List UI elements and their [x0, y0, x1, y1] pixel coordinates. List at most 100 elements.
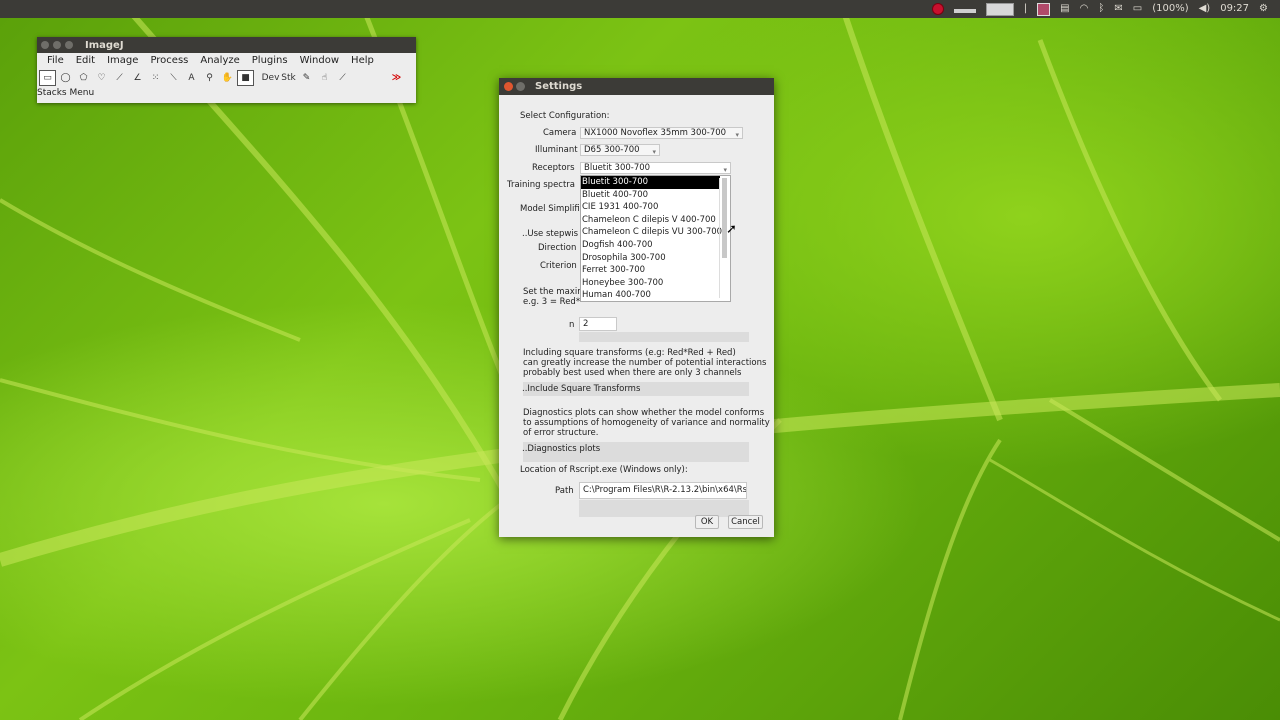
path-input[interactable]: C:\Program Files\R\R-2.13.2\bin\x64\Rscr [579, 482, 747, 499]
list-item[interactable]: Bluetit 400-700 [581, 189, 720, 202]
dev-tool-icon[interactable]: Dev [262, 70, 280, 86]
wand-tool-icon[interactable]: ⟍ [165, 70, 182, 86]
imagej-titlebar[interactable]: ImageJ [37, 37, 416, 53]
text-tool-icon[interactable]: A [183, 70, 200, 86]
list-item[interactable]: Dogfish 400-700 [581, 239, 720, 252]
menu-plugins[interactable]: Plugins [246, 55, 294, 66]
indicator-box-icon[interactable] [985, 2, 1014, 16]
angle-tool-icon[interactable]: ∠ [129, 70, 146, 86]
list-item[interactable]: CIE 1931 400-700 [581, 201, 720, 214]
blank-tool-2[interactable] [370, 70, 387, 86]
volume-icon[interactable]: ◀) [1199, 0, 1211, 18]
separator-icon: | [1023, 3, 1028, 14]
illuminant-select[interactable]: D65 300-700 ▾ [580, 144, 660, 156]
receptors-value: Bluetit 300-700 [584, 163, 651, 173]
imagej-toolbar: ▭ ◯ ⬠ ♡ ⟋ ∠ ⁙ ⟍ A ⚲ ✋ ■ Dev Stk ✎ ☝ ⟋ ≫ [37, 68, 416, 87]
camera-value: NX1000 Novoflex 35mm 300-700 [584, 128, 727, 138]
list-item[interactable]: Human 400-700 [581, 289, 720, 302]
list-item[interactable]: Bluetit 300-700 [581, 176, 720, 189]
list-item[interactable]: Ferret 300-700 [581, 264, 720, 277]
imagej-window: ImageJ File Edit Image Process Analyze P… [37, 37, 416, 103]
menu-process[interactable]: Process [144, 55, 194, 66]
cancel-button[interactable]: Cancel [728, 515, 763, 529]
set-max-text-1: Set the maxim [523, 287, 586, 297]
point-tool-icon[interactable]: ⁙ [147, 70, 164, 86]
list-item[interactable]: Drosophila 300-700 [581, 252, 720, 265]
direction-label: Direction [538, 243, 577, 253]
include-square-checkbox[interactable]: ..Include Square Transforms [522, 384, 640, 394]
polygon-tool-icon[interactable]: ⬠ [75, 70, 92, 86]
brush-tool-icon[interactable]: ✎ [298, 70, 315, 86]
mouse-cursor-icon: ➚ [726, 222, 737, 237]
minimize-icon[interactable] [516, 82, 525, 91]
list-scrollbar[interactable] [719, 178, 729, 298]
list-scrollbar-thumb[interactable] [722, 178, 727, 258]
n-input[interactable]: 2 [579, 317, 617, 331]
maximize-icon[interactable] [65, 41, 73, 49]
blank-tool-1[interactable] [352, 70, 369, 86]
menu-window[interactable]: Window [294, 55, 345, 66]
imagej-title: ImageJ [85, 39, 124, 51]
menu-edit[interactable]: Edit [70, 55, 101, 66]
path-spacer [579, 500, 749, 517]
zoom-tool-icon[interactable]: ⚲ [201, 70, 218, 86]
menu-file[interactable]: File [41, 55, 70, 66]
indicator-bars-icon[interactable] [953, 9, 976, 13]
receptors-dropdown-list: Bluetit 300-700 Bluetit 400-700 CIE 1931… [580, 175, 731, 302]
mail-icon[interactable]: ✉ [1114, 0, 1122, 18]
camera-label: Camera [543, 128, 577, 138]
close-icon[interactable] [41, 41, 49, 49]
imagej-menubar: File Edit Image Process Analyze Plugins … [37, 53, 416, 68]
freehand-tool-icon[interactable]: ♡ [93, 70, 110, 86]
diag-text-1: Diagnostics plots can show whether the m… [523, 408, 765, 418]
hand-tool-icon[interactable]: ✋ [219, 70, 236, 86]
square-text-3: probably best used when there are only 3… [523, 368, 742, 378]
menu-analyze[interactable]: Analyze [194, 55, 245, 66]
toolbar-spacer [255, 70, 261, 86]
chevron-down-icon: ▾ [735, 131, 739, 139]
path-label: Path [555, 486, 574, 496]
oval-tool-icon[interactable]: ◯ [57, 70, 74, 86]
wifi-icon[interactable]: ◠ [1080, 0, 1089, 18]
settings-titlebar[interactable]: Settings [499, 78, 774, 95]
menu-image[interactable]: Image [101, 55, 144, 66]
receptors-label: Receptors [532, 163, 575, 173]
close-icon[interactable] [504, 82, 513, 91]
chevron-down-icon: ▾ [723, 166, 727, 174]
color-picker-tool-icon[interactable]: ■ [237, 69, 254, 86]
camera-select[interactable]: NX1000 Novoflex 35mm 300-700 ▾ [580, 127, 743, 139]
line-tool-icon[interactable]: ⟋ [111, 70, 128, 86]
pick-tool-icon[interactable]: ⟋ [334, 70, 351, 86]
stk-tool-icon[interactable]: Stk [280, 70, 297, 86]
battery-label[interactable]: (100%) [1152, 0, 1188, 18]
keyboard-icon[interactable]: ▤ [1060, 0, 1069, 18]
gear-icon[interactable]: ⚙ [1259, 0, 1268, 18]
list-item[interactable]: Chameleon C dilepis VU 300-700 [581, 226, 722, 239]
list-item[interactable]: Honeybee 300-700 [581, 277, 720, 290]
clock[interactable]: 09:27 [1220, 0, 1249, 18]
square-text-1: Including square transforms (e.g: Red*Re… [523, 348, 736, 358]
list-item[interactable]: Chameleon C dilepis V 400-700 [581, 214, 720, 227]
square-text-2: can greatly increase the number of poten… [523, 358, 767, 368]
more-tools-icon[interactable]: ≫ [388, 70, 405, 86]
training-spectra-label: Training spectra [507, 180, 576, 190]
rscript-location-label: Location of Rscript.exe (Windows only): [520, 465, 688, 475]
diagnostics-checkbox[interactable]: ..Diagnostics plots [522, 444, 600, 454]
app-indicator-icon[interactable] [1037, 2, 1051, 16]
menu-help[interactable]: Help [345, 55, 380, 66]
recorder-icon[interactable] [931, 3, 944, 15]
select-config-heading: Select Configuration: [520, 111, 610, 121]
set-max-text-2: e.g. 3 = Red* [523, 297, 581, 307]
illuminant-value: D65 300-700 [584, 145, 640, 155]
n-spacer [579, 332, 749, 342]
imagej-status: Stacks Menu [37, 87, 416, 99]
illuminant-label: Illuminant [535, 145, 578, 155]
receptors-select[interactable]: Bluetit 300-700 ▾ [580, 162, 731, 174]
use-stepwise-checkbox[interactable]: ..Use stepwis [522, 229, 578, 239]
flood-tool-icon[interactable]: ☝ [316, 70, 333, 86]
ok-button[interactable]: OK [695, 515, 719, 529]
bluetooth-icon[interactable]: ᛒ [1098, 0, 1104, 18]
rectangle-tool-icon[interactable]: ▭ [39, 69, 56, 86]
minimize-icon[interactable] [53, 41, 61, 49]
battery-icon[interactable]: ▭ [1133, 0, 1142, 18]
